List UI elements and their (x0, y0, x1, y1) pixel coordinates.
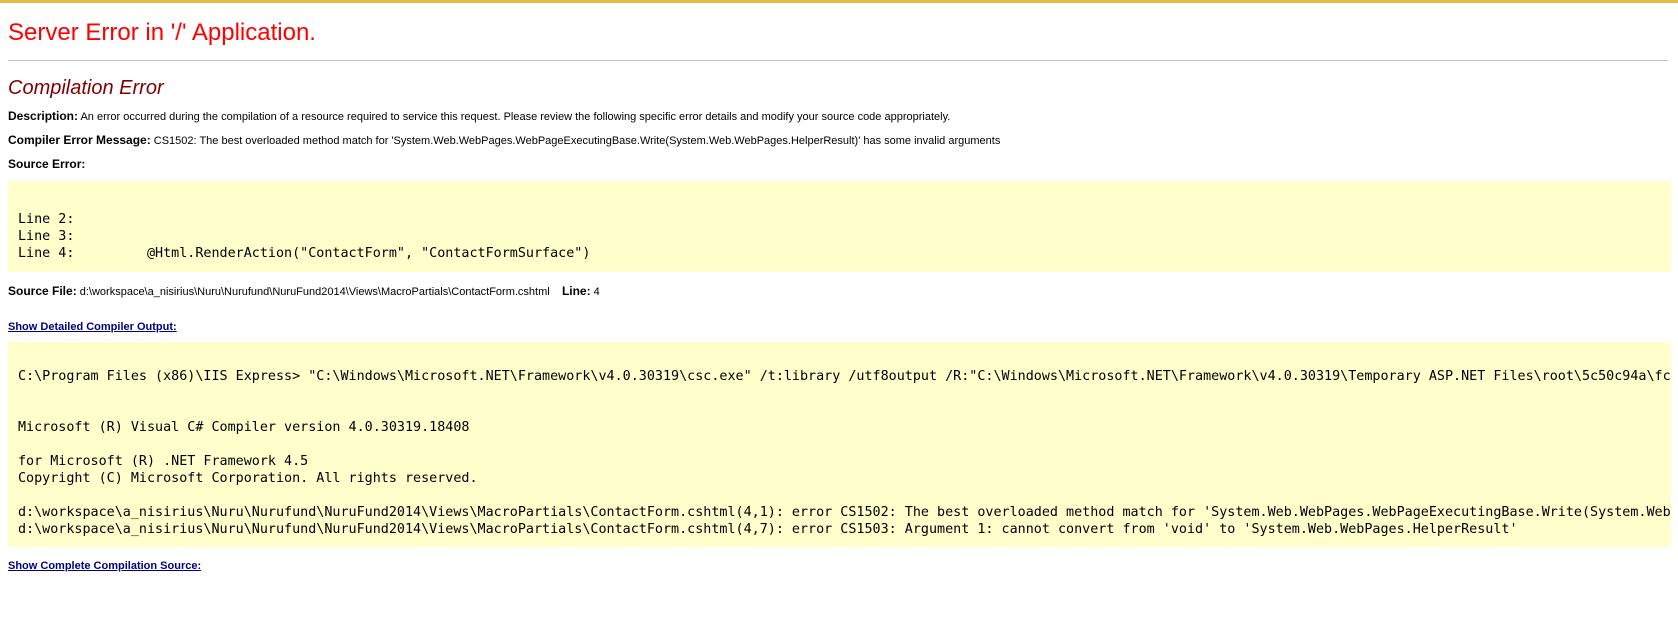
error-type-title: Compilation Error (8, 77, 164, 99)
output-line: d:\workspace\a_nisirius\Nuru\Nurufund\Nu… (18, 522, 1518, 537)
source-error-label: Source Error: (8, 157, 86, 171)
output-line: Copyright (C) Microsoft Corporation. All… (18, 471, 478, 486)
source-line: Line 3: (18, 228, 74, 245)
output-line: for Microsoft (R) .NET Framework 4.5 (18, 454, 309, 469)
source-error-box: Line 2: Line 3: Line 4: @Html.RenderActi… (8, 181, 1671, 272)
page-title: Server Error in '/' Application. (8, 19, 316, 46)
source-file-line: Source File: d:\workspace\a_nisirius\Nur… (8, 284, 600, 299)
source-line-number: Line 4: (18, 246, 75, 261)
source-file-path: d:\workspace\a_nisirius\Nuru\Nurufund\Nu… (79, 286, 550, 298)
compiler-output-text: C:\Program Files (x86)\IIS Express> "C:\… (18, 368, 1671, 538)
compiler-error-text: CS1502: The best overloaded method match… (153, 135, 1001, 147)
source-error-line: Source Error: (8, 157, 85, 172)
output-line: Microsoft (R) Visual C# Compiler version… (18, 420, 470, 435)
error-page: Server Error in '/' Application. Compila… (8, 0, 1678, 635)
description-line: Description: An error occurred during th… (8, 109, 950, 124)
source-file-label: Source File: (8, 284, 77, 298)
compiler-output-box: C:\Program Files (x86)\IIS Express> "C:\… (8, 342, 1671, 547)
compiler-error-line: Compiler Error Message: CS1502: The best… (8, 133, 1000, 148)
line-label: Line: (561, 284, 591, 298)
source-line-number: Line 2: (18, 212, 75, 227)
compiler-error-label: Compiler Error Message: (8, 133, 151, 147)
source-line-code: @Html.RenderAction("ContactForm", "Conta… (147, 246, 591, 261)
line-value: 4 (593, 286, 600, 298)
output-line: d:\workspace\a_nisirius\Nuru\Nurufund\Nu… (18, 505, 1671, 520)
source-line: Line 2: (18, 211, 74, 228)
show-complete-compilation-source-link[interactable]: Show Complete Compilation Source: (8, 559, 201, 573)
output-line: C:\Program Files (x86)\IIS Express> "C:\… (18, 369, 1671, 384)
description-label: Description: (8, 109, 79, 123)
title-divider (8, 60, 1668, 61)
description-text: An error occurred during the compilation… (80, 111, 951, 123)
source-line-number: Line 3: (18, 229, 75, 244)
show-detailed-compiler-output-link[interactable]: Show Detailed Compiler Output: (8, 320, 177, 334)
source-line-highlighted: Line 4: @Html.RenderAction("ContactForm"… (18, 245, 590, 262)
